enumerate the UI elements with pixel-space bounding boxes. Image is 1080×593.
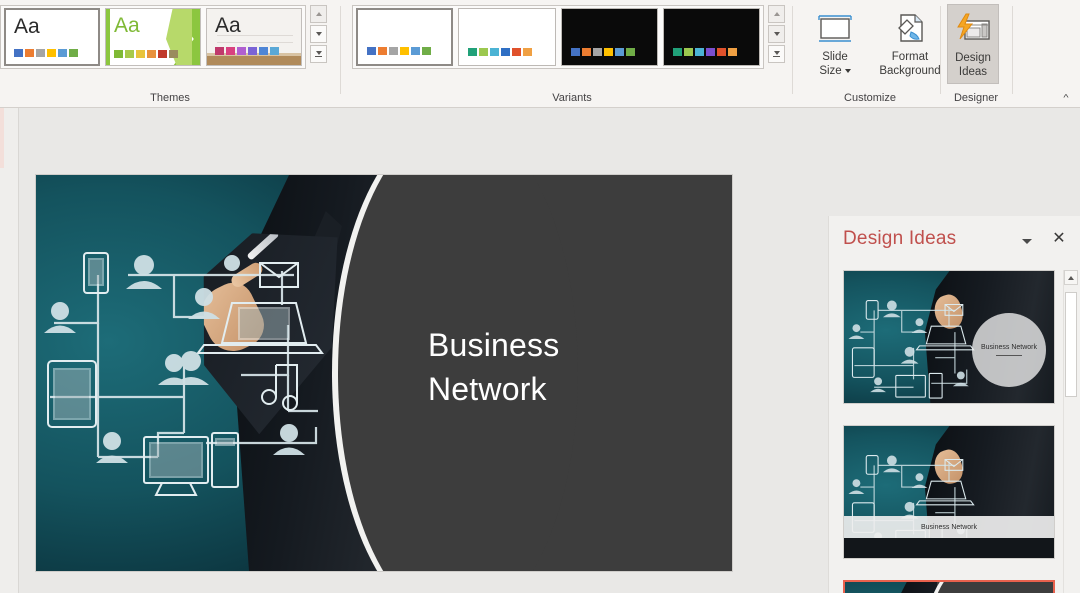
theme-thumb-office[interactable]: Aa (4, 8, 100, 66)
variant-thumb-dark-2[interactable] (662, 8, 761, 66)
scrollbar-up-button[interactable] (1064, 270, 1078, 285)
variants-scroll-down-button[interactable] (768, 25, 785, 43)
group-label-variants: Variants (552, 92, 592, 104)
idea-caption-bar: Business Network (844, 516, 1054, 538)
variant-thumb-dark-1[interactable] (560, 8, 658, 66)
themes-gallery[interactable]: Aa Aa Aa (0, 5, 306, 69)
format-background-label-line1: Format (891, 51, 929, 63)
close-icon[interactable]: ✕ (1050, 230, 1068, 248)
design-ideas-button[interactable]: Design Ideas (947, 4, 999, 84)
theme-thumb-wood-type[interactable]: Aa (206, 8, 302, 66)
group-label-themes: Themes (150, 92, 190, 104)
group-separator (340, 6, 341, 94)
theme-thumb-green-wave[interactable]: Aa (105, 8, 201, 66)
scrollbar-track[interactable] (1065, 398, 1077, 593)
slide-size-label: Slide Size (819, 50, 851, 78)
variant-swatches (570, 48, 635, 56)
idea-caption-underline (996, 355, 1022, 357)
variant-swatches (468, 48, 533, 56)
ribbon-groups: Aa Aa Aa Themes Variants Slide Size Form… (0, 0, 1080, 104)
format-background-label: Format Background (879, 50, 940, 78)
theme-swatches (114, 50, 178, 58)
design-idea-curved-split[interactable]: Business Network (843, 580, 1055, 593)
variants-scroll-up-button[interactable] (768, 5, 785, 23)
scrollbar-thumb[interactable] (1065, 292, 1077, 397)
group-separator (1012, 6, 1013, 94)
idea-circle-caption: Business Network (972, 313, 1046, 388)
variants-scroll-spinner[interactable] (768, 5, 785, 63)
slide-size-button[interactable]: Slide Size (806, 4, 864, 84)
theme-swatches (14, 49, 78, 57)
ribbon-collapse-button[interactable]: ^ (1058, 92, 1074, 105)
variant-thumb-light-2[interactable] (458, 8, 556, 66)
chevron-down-icon[interactable] (844, 68, 851, 73)
themes-scroll-down-button[interactable] (310, 25, 327, 43)
theme-preview-text: Aa (14, 15, 40, 38)
design-idea-caption-bar[interactable]: Business Network (843, 425, 1055, 559)
powerpoint-window: Aa Aa Aa Themes Variants Slide Size Form… (0, 0, 1080, 593)
group-separator (940, 6, 941, 94)
slide-thumbnail-pane[interactable] (0, 108, 19, 593)
themes-scroll-up-button[interactable] (310, 5, 327, 23)
idea-footer-band (844, 538, 1054, 558)
variant-swatches (672, 48, 737, 56)
design-ideas-panel-title: Design Ideas (843, 228, 957, 249)
themes-scroll-spinner[interactable] (310, 5, 327, 63)
slide-size-icon (817, 9, 853, 47)
group-label-designer: Designer (953, 92, 999, 104)
theme-preview-text: Aa (215, 14, 241, 37)
slide-editing-area[interactable]: Business Network (20, 108, 828, 593)
design-ideas-label-line1: Design (955, 52, 991, 64)
theme-rule (217, 42, 293, 43)
theme-preview-text: Aa (114, 14, 140, 37)
ribbon: Aa Aa Aa Themes Variants Slide Size Form… (0, 0, 1080, 108)
idea-caption-text: Business Network (920, 523, 978, 531)
format-background-label-line2: Background (879, 65, 941, 77)
design-ideas-label-line2: Ideas (958, 66, 988, 78)
idea-caption-text: Business Network (980, 344, 1038, 352)
slide-thumbnail-sliver[interactable] (0, 108, 4, 168)
variant-swatches (367, 47, 431, 55)
design-ideas-panel: Design Ideas ✕ Business Network Business… (828, 216, 1080, 593)
variant-thumb-light-1[interactable] (356, 8, 454, 66)
variants-gallery[interactable] (352, 5, 764, 69)
slide-title-line1: Business (428, 327, 560, 363)
design-idea-circle-overlay[interactable]: Business Network (843, 270, 1055, 404)
design-ideas-panel-header: Design Ideas ✕ (829, 216, 1080, 264)
design-ideas-scrollbar[interactable] (1063, 270, 1078, 593)
variants-more-button[interactable] (768, 45, 785, 63)
format-background-icon (893, 9, 927, 47)
design-ideas-list: Business Network Business Network (843, 270, 1055, 593)
slide-title-line2: Network (428, 371, 547, 407)
slide-size-label-line2: Size (819, 65, 842, 77)
slide-size-label-line1: Slide (822, 51, 848, 63)
current-slide[interactable]: Business Network (36, 175, 732, 571)
theme-swatches (215, 47, 279, 55)
design-ideas-icon (954, 10, 992, 48)
group-separator (792, 6, 793, 94)
design-ideas-label: Design Ideas (955, 51, 991, 79)
themes-more-button[interactable] (310, 45, 327, 63)
workspace: Business Network Design Ideas ✕ Business… (0, 108, 1080, 593)
theme-accent-bar (106, 9, 110, 65)
slide-title[interactable]: Business Network (428, 323, 678, 411)
theme-wood-bar (207, 56, 301, 65)
chevron-down-icon[interactable] (1020, 235, 1034, 247)
group-label-customize: Customize (844, 92, 896, 104)
